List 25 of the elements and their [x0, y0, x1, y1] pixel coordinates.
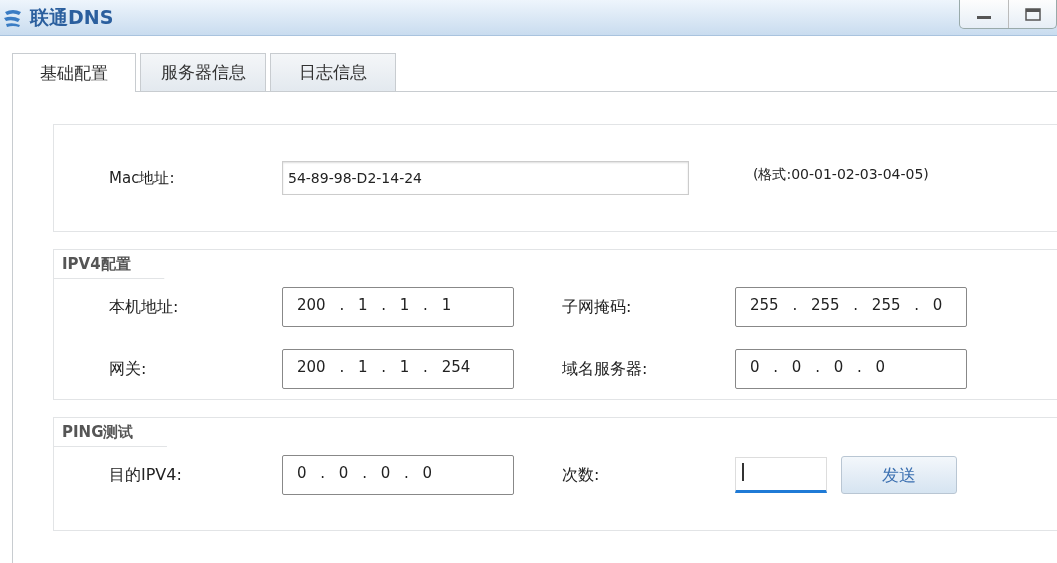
format-hint: (格式:00-01-02-03-04-05) — [753, 166, 929, 184]
ip-address-field[interactable]: 0 . 0 . 0 . 0 — [282, 455, 514, 495]
maximize-icon — [1024, 7, 1041, 21]
tab[interactable]: 日志信息 — [270, 53, 396, 91]
ip-address-field[interactable]: 200 . 1 . 1 . 254 — [282, 349, 514, 389]
field-label: 网关: — [109, 358, 148, 380]
field-label: 子网掩码: — [562, 296, 633, 318]
ip-address-field[interactable]: 200 . 1 . 1 . 1 — [282, 287, 514, 327]
ip-address-field[interactable]: 0 . 0 . 0 . 0 — [735, 349, 967, 389]
field-label: 次数: — [562, 464, 601, 486]
send-button[interactable]: 发送 — [841, 456, 957, 494]
section-title: PING测试 — [62, 422, 134, 442]
tab[interactable]: 服务器信息 — [140, 53, 266, 91]
mac-field[interactable]: 54-89-98-D2-14-24 — [282, 161, 689, 195]
field-label: 目的IPV4: — [109, 464, 183, 486]
logo-icon — [2, 7, 24, 28]
section-title: IPV4配置 — [62, 254, 131, 274]
mac-label: Mac地址: — [108, 168, 176, 188]
tab[interactable]: 基础配置 — [12, 53, 136, 92]
count-field[interactable] — [735, 457, 827, 493]
window-title: 联通DNS — [30, 4, 114, 30]
minimize-icon — [977, 16, 991, 20]
field-label: 本机地址: — [109, 296, 180, 318]
field-label: 域名服务器: — [562, 358, 649, 380]
ip-address-field[interactable]: 255 . 255 . 255 . 0 — [735, 287, 967, 327]
